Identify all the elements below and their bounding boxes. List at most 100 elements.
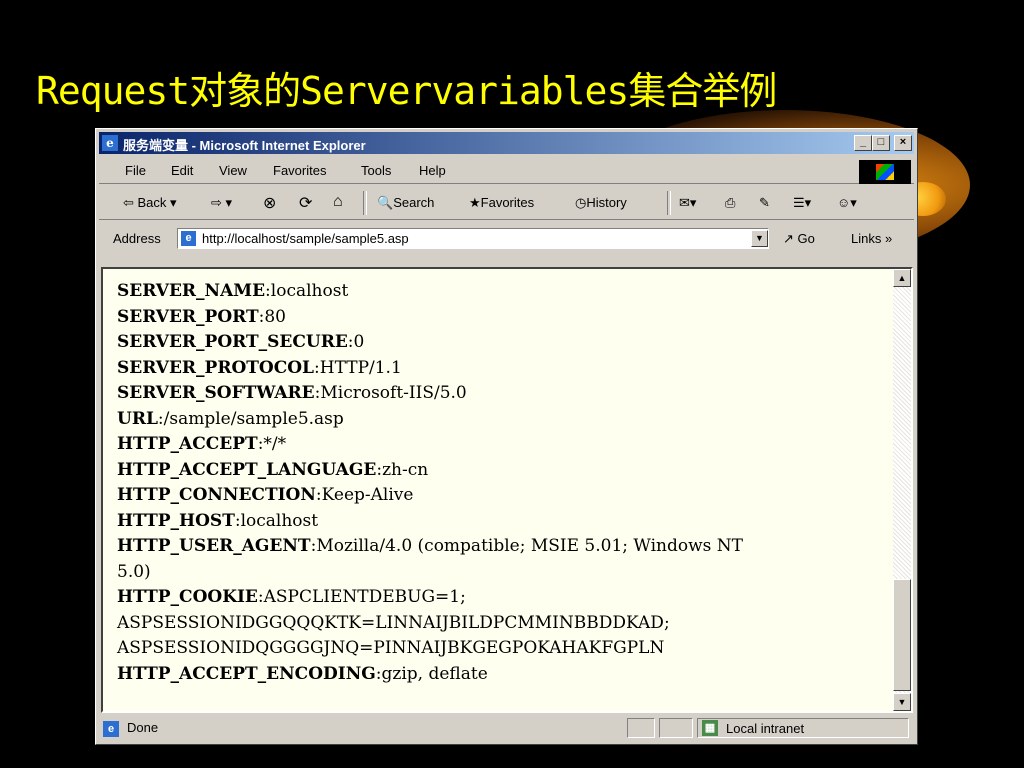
- window-title: 服务端变量 - Microsoft Internet Explorer: [123, 138, 366, 153]
- messenger-button[interactable]: ☺▾: [837, 195, 857, 211]
- status-text: Done: [127, 720, 159, 735]
- browser-window: e 服务端变量 - Microsoft Internet Explorer _ …: [95, 128, 918, 745]
- server-variable-line: URL:/sample/sample5.asp: [117, 407, 877, 433]
- variable-name: SERVER_PROTOCOL: [117, 357, 315, 378]
- server-variable-line: SERVER_PORT_SECURE:0: [117, 330, 877, 356]
- forward-button[interactable]: ⇨ ▾: [211, 195, 232, 211]
- variable-name: HTTP_CONNECTION: [117, 485, 316, 505]
- minimize-button[interactable]: _: [854, 135, 872, 151]
- menu-favorites[interactable]: Favorites: [273, 163, 326, 178]
- title-bar[interactable]: e 服务端变量 - Microsoft Internet Explorer _ …: [99, 132, 914, 154]
- server-variable-line: 5.0): [117, 560, 877, 586]
- favorites-button[interactable]: ★Favorites: [469, 195, 534, 211]
- server-variable-line: SERVER_NAME:localhost: [117, 279, 877, 305]
- variable-value: 80: [264, 306, 286, 327]
- address-label: Address: [113, 231, 161, 246]
- server-variable-line: HTTP_USER_AGENT:Mozilla/4.0 (compatible;…: [117, 534, 877, 560]
- variable-name: URL: [117, 408, 158, 429]
- variable-name: SERVER_SOFTWARE: [117, 383, 315, 403]
- server-variable-line: HTTP_CONNECTION:Keep-Alive: [117, 483, 877, 509]
- variable-name: HTTP_ACCEPT: [117, 434, 258, 454]
- search-icon: 🔍: [377, 195, 394, 210]
- status-bar: e Done ▦ Local intranet: [99, 716, 914, 740]
- variable-name: HTTP_COOKIE: [117, 587, 258, 607]
- links-button[interactable]: Links »: [851, 231, 892, 246]
- menu-edit[interactable]: Edit: [171, 163, 193, 178]
- favorites-icon: ★: [469, 195, 481, 210]
- scroll-down-button[interactable]: ▼: [893, 693, 911, 711]
- variable-name: HTTP_USER_AGENT: [117, 536, 311, 556]
- search-button[interactable]: 🔍Search: [377, 195, 434, 211]
- windows-logo-icon: [859, 160, 911, 184]
- edit-button[interactable]: ✎: [759, 195, 770, 211]
- intranet-icon: ▦: [702, 720, 718, 736]
- go-arrow-icon: ↗: [783, 231, 794, 246]
- menu-bar: File Edit View Favorites Tools Help: [99, 157, 914, 184]
- variable-value: Mozilla/4.0 (compatible; MSIE 5.01; Wind…: [316, 536, 743, 556]
- print-button[interactable]: ⎙: [725, 195, 735, 211]
- variable-name: SERVER_PORT: [117, 306, 259, 327]
- variable-value: HTTP/1.1: [319, 357, 402, 378]
- vertical-scrollbar[interactable]: ▲ ▼: [893, 269, 911, 711]
- go-button[interactable]: ↗ Go: [783, 231, 815, 247]
- server-variable-line: HTTP_ACCEPT:*/*: [117, 432, 877, 458]
- toolbar: ⇦ Back ▾ ⇨ ▾ ⊗ ⟳ ⌂ 🔍Search ★Favorites ◷H…: [99, 187, 914, 220]
- page-icon: e: [181, 231, 196, 246]
- address-dropdown-button[interactable]: ▼: [751, 230, 768, 247]
- variable-name: SERVER_PORT_SECURE: [117, 332, 348, 352]
- variable-value: 5.0): [117, 561, 151, 582]
- page-content[interactable]: SERVER_NAME:localhost SERVER_PORT:80 SERVE…: [101, 267, 913, 713]
- home-button[interactable]: ⌂: [333, 193, 343, 211]
- history-icon: ◷: [575, 195, 587, 210]
- variable-value: Microsoft-IIS/5.0: [320, 383, 467, 403]
- server-variable-line: HTTP_ACCEPT_LANGUAGE:zh-cn: [117, 458, 877, 484]
- server-variable-line: ASPSESSIONIDQGGGGJNQ=PINNAIJBKGEGPOKAHAK…: [117, 636, 877, 662]
- server-variables-list: SERVER_NAME:localhost SERVER_PORT:80 SERVE…: [117, 279, 877, 687]
- variable-value: localhost: [270, 281, 349, 301]
- close-button[interactable]: ×: [894, 135, 912, 151]
- go-label: Go: [797, 231, 815, 246]
- toolbar-separator: [667, 191, 671, 215]
- history-label: History: [586, 195, 627, 210]
- maximize-button[interactable]: □: [872, 135, 890, 151]
- menu-file[interactable]: File: [125, 163, 146, 178]
- status-cell: [659, 718, 693, 738]
- refresh-button[interactable]: ⟳: [299, 193, 312, 213]
- variable-name: HTTP_HOST: [117, 510, 235, 531]
- favorites-label: Favorites: [480, 195, 535, 210]
- variable-value: */*: [263, 434, 287, 454]
- toolbar-separator: [363, 191, 367, 215]
- ie-logo-icon: e: [102, 135, 118, 151]
- zone-cell: ▦ Local intranet: [697, 718, 909, 738]
- mail-button[interactable]: ✉▾: [679, 195, 696, 211]
- status-cell: [627, 718, 655, 738]
- server-variable-line: SERVER_SOFTWARE:Microsoft-IIS/5.0: [117, 381, 877, 407]
- scroll-up-button[interactable]: ▲: [893, 269, 911, 287]
- scroll-thumb[interactable]: [893, 579, 911, 691]
- server-variable-line: HTTP_HOST:localhost: [117, 509, 877, 535]
- server-variable-line: SERVER_PROTOCOL:HTTP/1.1: [117, 356, 877, 382]
- server-variable-line: ASPSESSIONIDGGQQQKTK=LINNAIJBILDPCMMINBB…: [117, 611, 877, 637]
- menu-tools[interactable]: Tools: [361, 163, 391, 178]
- discuss-button[interactable]: ☰▾: [793, 195, 811, 211]
- menu-view[interactable]: View: [219, 163, 247, 178]
- variable-value: 0: [353, 332, 365, 352]
- variable-value: zh-cn: [382, 459, 429, 480]
- slide-title: Request对象的Servervariables集合举例: [36, 69, 777, 113]
- stop-button[interactable]: ⊗: [263, 193, 276, 213]
- server-variable-line: HTTP_ACCEPT_ENCODING:gzip, deflate: [117, 662, 877, 688]
- history-button[interactable]: ◷History: [575, 195, 627, 211]
- variable-value: /sample/sample5.asp: [163, 408, 344, 429]
- variable-value: ASPCLIENTDEBUG=1;: [263, 587, 466, 607]
- address-bar: Address e http://localhost/sample/sample…: [99, 223, 914, 253]
- back-button[interactable]: ⇦ Back ▾: [123, 195, 177, 211]
- variable-value: ASPSESSIONIDQGGGGJNQ=PINNAIJBKGEGPOKAHAK…: [117, 638, 665, 658]
- variable-value: ASPSESSIONIDGGQQQKTK=LINNAIJBILDPCMMINBB…: [117, 612, 670, 633]
- variable-name: HTTP_ACCEPT_ENCODING: [117, 663, 376, 684]
- zone-text: Local intranet: [726, 721, 805, 736]
- address-url: http://localhost/sample/sample5.asp: [202, 231, 409, 246]
- variable-name: HTTP_ACCEPT_LANGUAGE: [117, 459, 377, 480]
- server-variable-line: HTTP_COOKIE:ASPCLIENTDEBUG=1;: [117, 585, 877, 611]
- address-input[interactable]: e http://localhost/sample/sample5.asp: [177, 228, 769, 249]
- menu-help[interactable]: Help: [419, 163, 446, 178]
